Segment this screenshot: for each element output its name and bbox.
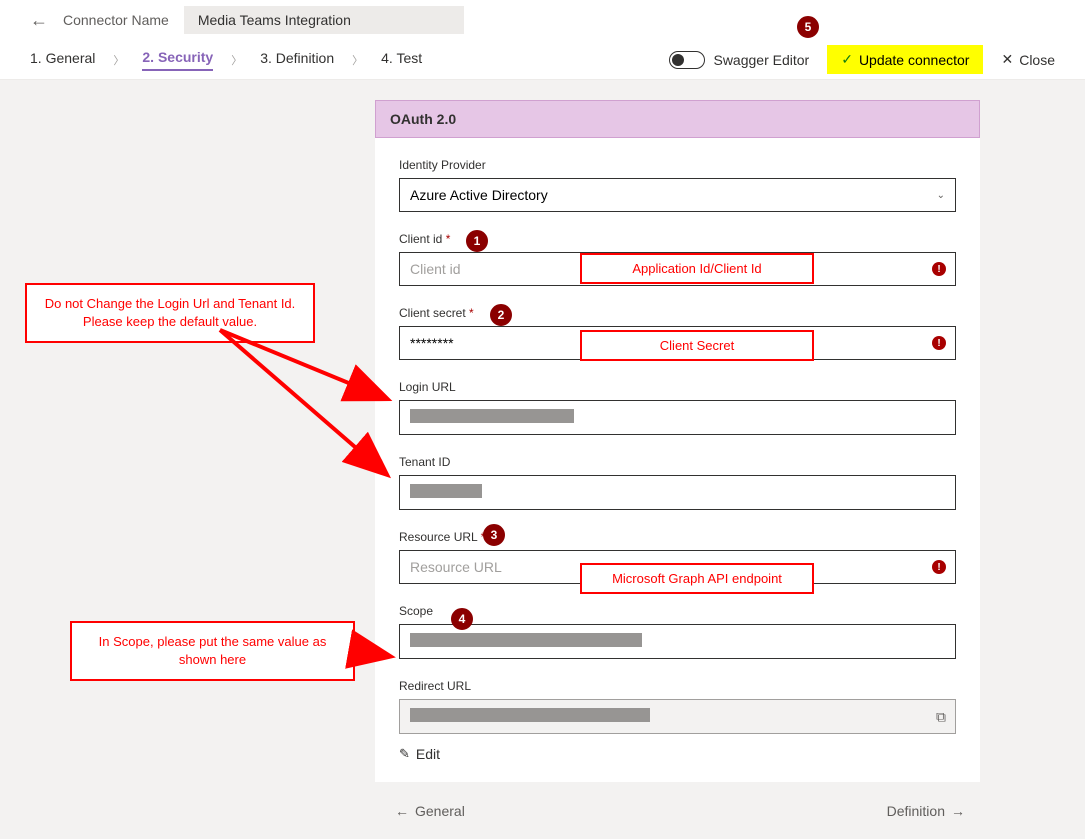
connector-name-field[interactable]: Media Teams Integration: [184, 6, 464, 34]
badge-2: 2: [490, 304, 512, 326]
card-body: Identity Provider Azure Active Directory…: [375, 138, 980, 782]
nav-prev-general[interactable]: ← General: [395, 803, 465, 819]
field-redirect-url: Redirect URL ⧉ ✎ Edit: [399, 679, 956, 762]
identity-provider-value: Azure Active Directory: [410, 187, 548, 203]
overlay-graph-endpoint: Microsoft Graph API endpoint: [580, 563, 814, 594]
redacted-text: [410, 484, 482, 498]
field-tenant-id: Tenant ID: [399, 455, 956, 510]
identity-provider-select[interactable]: Azure Active Directory ⌄: [399, 178, 956, 212]
update-label: Update connector: [859, 52, 970, 68]
identity-provider-label: Identity Provider: [399, 158, 956, 172]
redirect-url-label: Redirect URL: [399, 679, 956, 693]
login-url-label: Login URL: [399, 380, 956, 394]
update-connector-button[interactable]: ✓ Update connector: [827, 45, 983, 74]
tab-definition[interactable]: 3. Definition: [260, 50, 334, 70]
swagger-label: Swagger Editor: [713, 52, 809, 68]
close-icon: ✕: [1001, 51, 1013, 68]
field-scope: Scope: [399, 604, 956, 659]
bottom-nav: ← General Definition →: [395, 803, 965, 819]
badge-1: 1: [466, 230, 488, 252]
arrow-right-icon: →: [951, 803, 965, 819]
redirect-url-input: [399, 699, 956, 734]
edit-button[interactable]: ✎ Edit: [399, 746, 956, 762]
swagger-toggle-wrap[interactable]: Swagger Editor: [669, 51, 809, 69]
nav-next-definition[interactable]: Definition →: [887, 803, 965, 819]
chevron-right-icon: 〉: [352, 52, 363, 68]
header-bar: ← Connector Name Media Teams Integration: [0, 0, 1085, 40]
back-arrow-icon[interactable]: ←: [30, 10, 48, 31]
redacted-text: [410, 633, 642, 647]
tab-general[interactable]: 1. General: [30, 50, 95, 70]
oauth-card: OAuth 2.0 Identity Provider Azure Active…: [375, 100, 980, 782]
error-icon: !: [932, 560, 946, 574]
arrow-left-icon: ←: [395, 803, 409, 819]
toolbar-right: Swagger Editor ✓ Update connector ✕ Clos…: [669, 45, 1055, 74]
client-secret-label: Client secret *: [399, 306, 956, 320]
checkmark-icon: ✓: [841, 51, 853, 68]
tab-test[interactable]: 4. Test: [381, 50, 422, 70]
edit-label: Edit: [416, 746, 440, 762]
close-label: Close: [1019, 52, 1055, 68]
copy-icon[interactable]: ⧉: [936, 708, 946, 725]
connector-name-label: Connector Name: [63, 12, 169, 28]
callout-scope: In Scope, please put the same value as s…: [70, 621, 355, 681]
login-url-input[interactable]: [399, 400, 956, 435]
tab-security[interactable]: 2. Security: [142, 49, 213, 71]
nav-prev-label: General: [415, 803, 465, 819]
field-identity-provider: Identity Provider Azure Active Directory…: [399, 158, 956, 212]
overlay-client-secret: Client Secret: [580, 330, 814, 361]
badge-3: 3: [483, 524, 505, 546]
badge-4: 4: [451, 608, 473, 630]
scope-input[interactable]: [399, 624, 956, 659]
field-login-url: Login URL: [399, 380, 956, 435]
redacted-text: [410, 409, 574, 423]
toggle-icon[interactable]: [669, 51, 705, 69]
overlay-application-id: Application Id/Client Id: [580, 253, 814, 284]
nav-next-label: Definition: [887, 803, 945, 819]
tabbar: 1. General 〉 2. Security 〉 3. Definition…: [0, 40, 1085, 80]
close-button[interactable]: ✕ Close: [1001, 51, 1055, 68]
pencil-icon: ✎: [399, 746, 410, 762]
chevron-down-icon: ⌄: [937, 190, 945, 201]
badge-5: 5: [797, 16, 819, 38]
error-icon: !: [932, 336, 946, 350]
chevron-right-icon: 〉: [113, 52, 124, 68]
card-title: OAuth 2.0: [375, 100, 980, 138]
tabs-list: 1. General 〉 2. Security 〉 3. Definition…: [30, 49, 422, 71]
callout-no-change: Do not Change the Login Url and Tenant I…: [25, 283, 315, 343]
tenant-id-label: Tenant ID: [399, 455, 956, 469]
scope-label: Scope: [399, 604, 956, 618]
error-icon: !: [932, 262, 946, 276]
chevron-right-icon: 〉: [231, 52, 242, 68]
redacted-text: [410, 708, 650, 722]
tenant-id-input[interactable]: [399, 475, 956, 510]
